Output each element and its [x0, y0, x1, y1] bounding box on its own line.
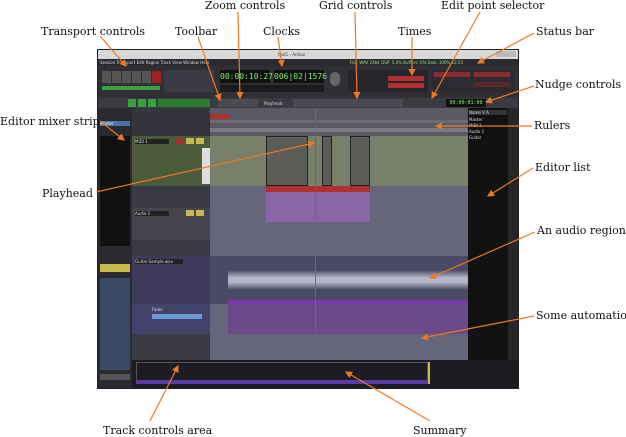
status-bar: File: WAV 24bit DSP: 5.0% Buffers: 0% Di…: [350, 60, 464, 65]
menu-item-window[interactable]: Window: [183, 60, 200, 65]
label-summary: Summary: [413, 424, 467, 437]
ardour-screenshot: test1 - Ardour Session Transport Edit Re…: [97, 49, 519, 389]
label-toolbar: Toolbar: [175, 25, 218, 38]
plugin-box[interactable]: [100, 136, 130, 246]
marker[interactable]: [210, 114, 230, 119]
label-clocks: Clocks: [263, 25, 301, 38]
track-controls-area: MIDI 1 Audio 1 Guitar-Sample.wav Fader: [132, 136, 210, 388]
shuttle-bar[interactable]: [102, 86, 160, 90]
menu-item-transport[interactable]: Transport: [117, 60, 137, 65]
track-name[interactable]: MIDI 1: [135, 139, 169, 144]
label-grid-controls: Grid controls: [319, 0, 393, 12]
label-zoom-controls: Zoom controls: [205, 0, 286, 12]
zoom-buttons[interactable]: [218, 99, 258, 107]
rulers[interactable]: [210, 108, 468, 136]
label-rulers: Rulers: [534, 119, 571, 132]
strip-name-button[interactable]: [100, 374, 130, 380]
cut-tool-button[interactable]: [148, 99, 156, 107]
edit-point-select[interactable]: Playhead: [264, 101, 282, 106]
mute-button[interactable]: [186, 138, 194, 144]
midi-automation[interactable]: [266, 192, 370, 222]
label-transport-controls: Transport controls: [41, 25, 146, 38]
sync-options[interactable]: [164, 70, 214, 92]
label-editor-mixer-strip: Editor mixer strip: [0, 115, 100, 128]
label-nudge-controls: Nudge controls: [535, 78, 622, 91]
fader[interactable]: [100, 278, 130, 370]
menu-item-region[interactable]: Region: [146, 60, 161, 65]
track-name[interactable]: Guitar-Sample.wav: [135, 259, 183, 264]
grab-tool-button[interactable]: [128, 99, 136, 107]
clock-info: [220, 85, 324, 92]
label-edit-point-selector: Edit point selector: [441, 0, 545, 12]
menu-item-help[interactable]: Help: [200, 60, 209, 65]
mute-button[interactable]: [186, 210, 194, 216]
editor-list-row[interactable]: Guitar: [469, 135, 507, 141]
secondary-clock[interactable]: 006|02|1576: [274, 70, 327, 83]
solo-button[interactable]: [100, 264, 130, 272]
menu-items[interactable]: Session Transport Edit Region Track View…: [100, 60, 209, 65]
tool-row: Playhead 00:00:01:00: [98, 98, 518, 108]
editor-canvas[interactable]: [210, 136, 468, 360]
transport-buttons[interactable]: [102, 71, 161, 83]
nudge-clock[interactable]: 00:00:01:00: [446, 99, 486, 107]
midi-track-header[interactable]: MIDI 1: [132, 136, 210, 186]
ruler-labels: [132, 108, 210, 136]
rec-arm-button[interactable]: [176, 138, 184, 144]
edit-mode-select[interactable]: [158, 99, 210, 107]
record-button[interactable]: [152, 71, 161, 83]
label-audio-region: An audio region: [537, 224, 626, 237]
automation-value[interactable]: [152, 314, 202, 319]
menu-item-track[interactable]: Track: [161, 60, 173, 65]
label-status-bar: Status bar: [536, 25, 595, 38]
label-times: Times: [398, 25, 432, 38]
metronome-icon[interactable]: [330, 72, 340, 86]
label-playhead: Playhead: [42, 187, 93, 200]
editor-list-rows: Master MIDI 1 Audio 1 Guitar: [469, 117, 507, 141]
automation-lane[interactable]: [228, 304, 468, 334]
window-titlebar: test1 - Ardour: [98, 50, 518, 59]
menu-item-edit[interactable]: Edit: [137, 60, 146, 65]
automation-lane-header[interactable]: Fader: [132, 304, 210, 334]
window-buttons[interactable]: [496, 51, 516, 57]
range-tool-button[interactable]: [138, 99, 146, 107]
primary-clock[interactable]: 00:00:10:27: [220, 70, 273, 83]
toolbar-area: 00:00:10:27 006|02|1576: [98, 66, 518, 98]
piano-roll-keys: [202, 148, 210, 184]
menu-bar: Session Transport Edit Region Track View…: [98, 59, 518, 66]
menu-item-view[interactable]: View: [172, 60, 183, 65]
label-editor-list: Editor list: [535, 161, 591, 174]
automation-name: Fader: [152, 307, 164, 312]
editor-mixer-strip: Master: [98, 108, 132, 388]
selection-times: [348, 70, 428, 92]
solo-button[interactable]: [196, 138, 204, 144]
playhead[interactable]: [315, 108, 316, 360]
label-track-controls-area: Track controls area: [103, 424, 213, 437]
editor-list: Name V A Master MIDI 1 Audio 1 Guitar: [468, 108, 508, 360]
audio-track-header[interactable]: Audio 1: [132, 208, 210, 240]
solo-button[interactable]: [196, 210, 204, 216]
summary[interactable]: [132, 360, 518, 388]
label-automation: Some automation: [536, 309, 626, 322]
window-title: test1 - Ardour: [278, 52, 306, 57]
guitar-track-header[interactable]: Guitar-Sample.wav: [132, 256, 210, 304]
midi-region[interactable]: [210, 136, 468, 186]
editor-list-tabs[interactable]: [508, 108, 518, 360]
grid-select[interactable]: [293, 99, 403, 107]
editor-list-header: Name V A: [469, 110, 507, 115]
track-name[interactable]: Audio 1: [135, 211, 169, 216]
menu-item-session[interactable]: Session: [100, 60, 117, 65]
strip-name[interactable]: Master: [100, 121, 130, 126]
punch-options[interactable]: [432, 70, 514, 92]
audio-region[interactable]: [210, 256, 468, 304]
